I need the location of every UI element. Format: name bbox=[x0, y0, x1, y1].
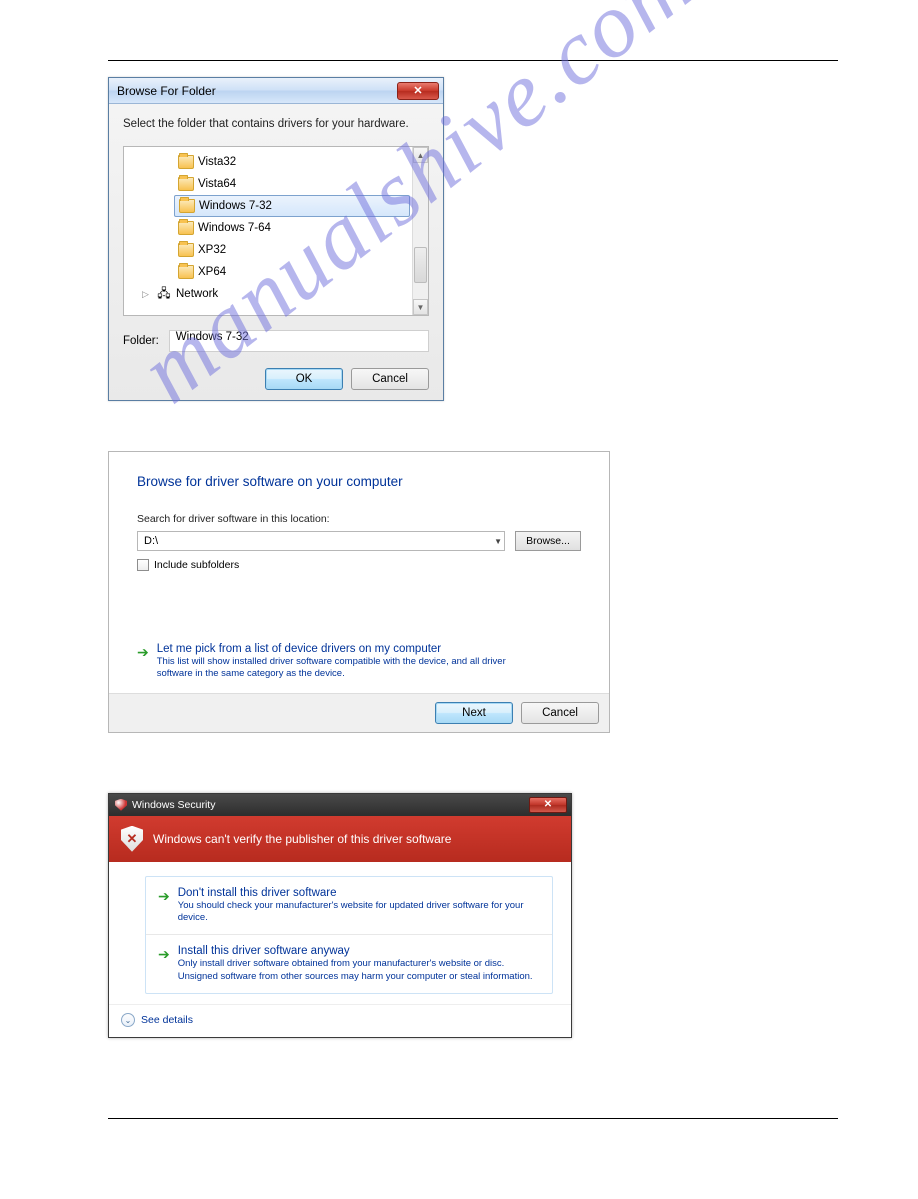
scroll-up-button[interactable]: ▲ bbox=[413, 147, 428, 163]
tree-item-label: Windows 7-32 bbox=[199, 200, 272, 212]
link-title: Let me pick from a list of device driver… bbox=[157, 643, 541, 655]
arrow-right-icon: ➔ bbox=[137, 644, 149, 681]
see-details-toggle[interactable]: ⌄ See details bbox=[109, 1004, 571, 1037]
tree-item-selected[interactable]: Windows 7-32 bbox=[174, 195, 410, 217]
dialog-body: Select the folder that contains drivers … bbox=[109, 104, 443, 400]
folder-input-value: Windows 7-32 bbox=[176, 331, 249, 343]
folder-input[interactable]: Windows 7-32 bbox=[169, 330, 429, 352]
arrow-right-icon: ➔ bbox=[158, 946, 170, 983]
dialog-titlebar: Browse For Folder ✕ bbox=[109, 78, 443, 104]
tree-item[interactable]: Windows 7-64 bbox=[124, 217, 428, 239]
install-anyway-option[interactable]: ➔ Install this driver software anyway On… bbox=[146, 934, 552, 993]
tree-item-label: Vista64 bbox=[198, 178, 236, 190]
dont-install-option[interactable]: ➔ Don't install this driver software You… bbox=[146, 877, 552, 935]
search-location-label: Search for driver software in this locat… bbox=[137, 513, 581, 525]
folder-icon bbox=[179, 199, 195, 213]
warning-text: Windows can't verify the publisher of th… bbox=[153, 832, 451, 846]
folder-label: Folder: bbox=[123, 335, 159, 347]
include-subfolders-checkbox[interactable]: Include subfolders bbox=[137, 559, 581, 571]
scroll-thumb[interactable] bbox=[414, 247, 427, 283]
option-title: Don't install this driver software bbox=[178, 887, 540, 899]
close-icon: ✕ bbox=[544, 799, 552, 810]
dialog-title: Browse For Folder bbox=[117, 84, 397, 98]
tree-item[interactable]: XP64 bbox=[124, 261, 428, 283]
tree-item[interactable]: Vista64 bbox=[124, 173, 428, 195]
folder-icon bbox=[178, 177, 194, 191]
option-description: You should check your manufacturer's web… bbox=[178, 900, 540, 925]
location-combobox[interactable]: D:\ ▼ bbox=[137, 531, 505, 551]
link-description: This list will show installed driver sof… bbox=[157, 656, 541, 681]
scrollbar[interactable]: ▲ ▼ bbox=[412, 147, 428, 315]
shield-icon bbox=[115, 799, 127, 811]
dialog-footer: Next Cancel bbox=[109, 693, 609, 732]
close-icon: ✕ bbox=[413, 84, 422, 97]
options-list: ➔ Don't install this driver software You… bbox=[145, 876, 553, 994]
next-button[interactable]: Next bbox=[435, 702, 513, 724]
see-details-label: See details bbox=[141, 1014, 193, 1026]
tree-item-label: Network bbox=[176, 288, 218, 300]
dialog-titlebar: Windows Security ✕ bbox=[109, 794, 571, 816]
network-icon: 🖧 bbox=[156, 287, 172, 301]
tree-item-network[interactable]: ▷ 🖧 Network bbox=[124, 283, 428, 305]
folder-icon bbox=[178, 243, 194, 257]
scroll-down-button[interactable]: ▼ bbox=[413, 299, 428, 315]
arrow-right-icon: ➔ bbox=[158, 888, 170, 925]
dialog-instruction: Select the folder that contains drivers … bbox=[123, 118, 429, 130]
shield-warning-icon: ✕ bbox=[121, 826, 143, 852]
browse-for-folder-dialog: Browse For Folder ✕ Select the folder th… bbox=[108, 77, 444, 401]
close-button[interactable]: ✕ bbox=[397, 82, 439, 100]
tree-item[interactable]: Vista32 bbox=[124, 151, 428, 173]
tree-item-label: Windows 7-64 bbox=[198, 222, 271, 234]
folder-icon bbox=[178, 155, 194, 169]
dialog-heading: Browse for driver software on your compu… bbox=[137, 474, 581, 489]
location-value: D:\ bbox=[144, 535, 158, 547]
chevron-down-icon: ⌄ bbox=[121, 1013, 135, 1027]
pick-from-list-link[interactable]: ➔ Let me pick from a list of device driv… bbox=[137, 643, 581, 681]
page-rule-bottom bbox=[108, 1118, 838, 1119]
tree-item-label: Vista32 bbox=[198, 156, 236, 168]
checkbox-icon bbox=[137, 559, 149, 571]
folder-icon bbox=[178, 221, 194, 235]
warning-banner: ✕ Windows can't verify the publisher of … bbox=[109, 816, 571, 862]
tree-item[interactable]: XP32 bbox=[124, 239, 428, 261]
option-title: Install this driver software anyway bbox=[178, 945, 540, 957]
folder-tree[interactable]: Vista32 Vista64 Windows 7-32 Windows 7-6… bbox=[123, 146, 429, 316]
option-description: Only install driver software obtained fr… bbox=[178, 958, 540, 983]
folder-icon bbox=[178, 265, 194, 279]
ok-button[interactable]: OK bbox=[265, 368, 343, 390]
windows-security-dialog: Windows Security ✕ ✕ Windows can't verif… bbox=[108, 793, 572, 1038]
checkbox-label: Include subfolders bbox=[154, 559, 239, 571]
tree-item-label: XP64 bbox=[198, 266, 226, 278]
browse-button[interactable]: Browse... bbox=[515, 531, 581, 551]
dialog-title: Windows Security bbox=[132, 799, 215, 811]
browse-driver-software-dialog: Browse for driver software on your compu… bbox=[108, 451, 610, 733]
close-button[interactable]: ✕ bbox=[529, 797, 567, 813]
cancel-button[interactable]: Cancel bbox=[351, 368, 429, 390]
cancel-button[interactable]: Cancel bbox=[521, 702, 599, 724]
page-rule-top bbox=[108, 60, 838, 61]
tree-item-label: XP32 bbox=[198, 244, 226, 256]
dropdown-icon: ▼ bbox=[494, 537, 502, 546]
expand-icon[interactable]: ▷ bbox=[142, 289, 149, 300]
